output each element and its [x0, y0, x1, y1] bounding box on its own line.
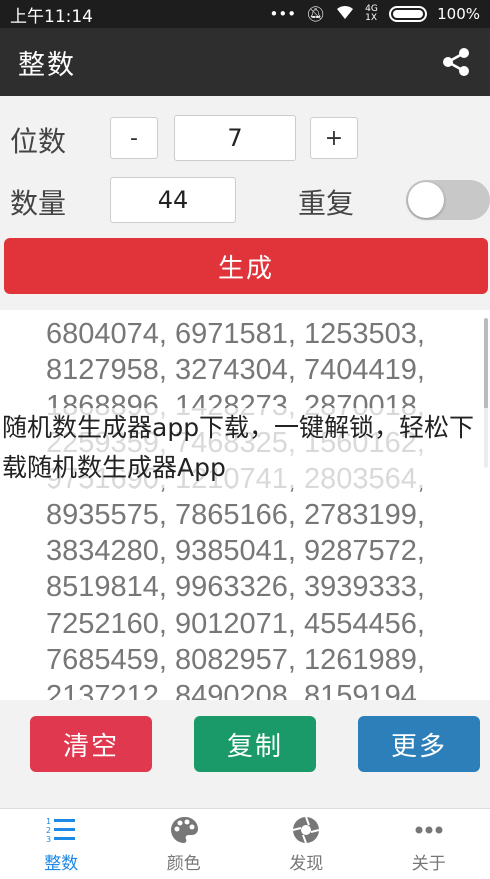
- results-area[interactable]: 6804074, 6971581, 1253503, 8127958, 3274…: [0, 310, 490, 700]
- count-label: 数量: [10, 187, 67, 220]
- svg-text:3: 3: [46, 835, 51, 844]
- digits-input[interactable]: 7: [174, 115, 296, 161]
- battery-icon: [389, 6, 428, 22]
- more-button[interactable]: 更多: [358, 716, 480, 772]
- status-icons: ••• 🔕︎ 4G 1X 100%: [270, 4, 480, 24]
- controls-panel: 位数 - 7 + 数量 44 重复 生成: [0, 96, 490, 310]
- repeat-toggle[interactable]: [406, 180, 490, 220]
- digits-minus-button[interactable]: -: [110, 117, 158, 159]
- generate-button[interactable]: 生成: [4, 238, 488, 294]
- action-bar: 清空 复制 更多: [0, 700, 490, 808]
- copy-button[interactable]: 复制: [194, 716, 316, 772]
- status-time: 上午11:14: [10, 6, 93, 27]
- svg-text:1: 1: [46, 817, 51, 826]
- share-icon[interactable]: [440, 46, 472, 78]
- nav-label: 整数: [44, 853, 79, 874]
- mute-bell-icon: 🔕︎: [306, 5, 326, 23]
- nav-item-integer[interactable]: 1 2 3 整数: [0, 809, 123, 879]
- network-label: 4G 1X: [365, 4, 378, 23]
- aperture-icon: [290, 815, 322, 845]
- app-bar: 整数: [0, 28, 490, 96]
- status-bar: 上午11:14 ••• 🔕︎ 4G 1X 100%: [0, 0, 490, 28]
- nav-label: 颜色: [166, 853, 201, 874]
- bottom-nav: 1 2 3 整数 颜色 发现 关于: [0, 808, 490, 879]
- nav-label: 发现: [289, 853, 324, 874]
- nav-item-color[interactable]: 颜色: [123, 809, 246, 879]
- page-title: 整数: [18, 49, 76, 81]
- nav-item-discover[interactable]: 发现: [245, 809, 368, 879]
- wifi-icon: [335, 4, 355, 24]
- more-dots-icon: [413, 815, 445, 845]
- palette-icon: [168, 815, 200, 845]
- battery-percent: 100%: [437, 5, 480, 23]
- results-text: 6804074, 6971581, 1253503, 8127958, 3274…: [46, 318, 425, 700]
- digits-label: 位数: [10, 125, 67, 158]
- svg-text:2: 2: [46, 826, 51, 835]
- nav-label: 关于: [411, 853, 446, 874]
- count-input[interactable]: 44: [110, 177, 236, 223]
- more-icon: •••: [269, 5, 297, 23]
- nav-item-about[interactable]: 关于: [368, 809, 490, 879]
- digits-plus-button[interactable]: +: [310, 117, 358, 159]
- numbered-list-icon: 1 2 3: [45, 815, 77, 845]
- clear-button[interactable]: 清空: [30, 716, 152, 772]
- watermark-caption: 随机数生成器app下载，一键解锁，轻松下载随机数生成器App: [2, 408, 490, 488]
- repeat-label: 重复: [298, 187, 355, 220]
- toggle-knob: [408, 182, 444, 218]
